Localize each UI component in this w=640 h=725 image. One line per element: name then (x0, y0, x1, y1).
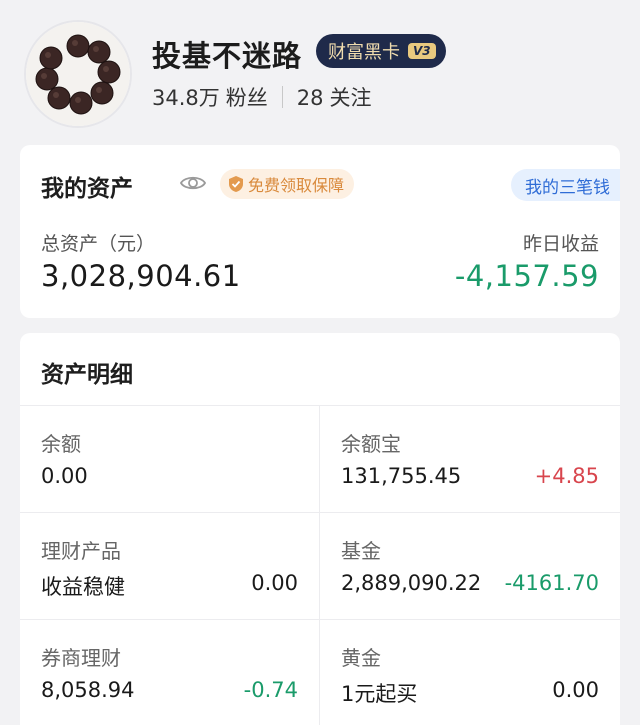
asset-item-amount: 收益稳健 (41, 575, 125, 599)
fans-label: 粉丝 (225, 86, 268, 110)
total-assets-label: 总资产（元） (41, 233, 156, 255)
asset-item-funds[interactable]: 基金 2,889,090.22 -4161.70 (320, 513, 620, 620)
asset-item-name: 基金 (341, 539, 381, 563)
eye-icon[interactable] (180, 173, 206, 193)
asset-detail-card: 资产明细 余额 0.00 余额宝 131,755.45 +4.85 理财产品 收… (20, 333, 620, 725)
asset-item-name: 余额宝 (341, 432, 401, 456)
vip-level: V3 (408, 43, 436, 59)
asset-item-earnings: 0.00 (251, 571, 298, 595)
asset-item-yuebao[interactable]: 余额宝 131,755.45 +4.85 (320, 406, 620, 513)
stats-divider (281, 86, 283, 108)
free-protection-label: 免费领取保障 (248, 176, 345, 195)
asset-item-broker-wealth[interactable]: 券商理财 8,058.94 -0.74 (20, 620, 320, 725)
asset-detail-title: 资产明细 (41, 362, 133, 388)
profile-header: 投基不迷路 财富黑卡 V3 34.8万 粉丝 28 关注 (0, 0, 640, 140)
asset-item-earnings: 0.00 (552, 678, 599, 702)
follow-stat[interactable]: 28 关注 (297, 82, 372, 112)
profile-stats: 34.8万 粉丝 28 关注 (152, 82, 372, 112)
shield-check-icon (229, 176, 243, 192)
my-assets-title: 我的资产 (41, 176, 133, 202)
asset-item-amount: 8,058.94 (41, 678, 135, 702)
asset-item-wealth-products[interactable]: 理财产品 收益稳健 0.00 (20, 513, 320, 620)
total-assets-value: 3,028,904.61 (41, 259, 241, 293)
follow-count: 28 (296, 86, 324, 110)
follow-label: 关注 (329, 86, 372, 110)
avatar[interactable] (26, 22, 130, 126)
three-money-button[interactable]: 我的三笔钱 (511, 169, 620, 201)
asset-item-name: 黄金 (341, 646, 381, 670)
asset-item-amount: 131,755.45 (341, 464, 462, 488)
asset-item-balance[interactable]: 余额 0.00 (20, 406, 320, 513)
fans-stat[interactable]: 34.8万 粉丝 (152, 82, 268, 112)
asset-item-name: 理财产品 (41, 539, 121, 563)
asset-item-earnings: -0.74 (243, 678, 298, 702)
asset-item-earnings: +4.85 (534, 464, 599, 488)
asset-item-name: 券商理财 (41, 646, 121, 670)
vip-badge[interactable]: 财富黑卡 V3 (316, 34, 446, 68)
asset-item-amount: 1元起买 (341, 682, 418, 706)
asset-detail-grid: 余额 0.00 余额宝 131,755.45 +4.85 理财产品 收益稳健 0… (20, 405, 620, 725)
user-name: 投基不迷路 (152, 39, 303, 73)
yesterday-earnings-label: 昨日收益 (522, 233, 599, 255)
asset-item-amount: 2,889,090.22 (341, 571, 482, 595)
asset-item-amount: 0.00 (41, 464, 88, 488)
fans-count: 34.8万 (152, 86, 220, 110)
three-money-label: 我的三笔钱 (525, 177, 610, 198)
bead-bracelet-avatar (26, 22, 130, 126)
asset-item-name: 余额 (41, 432, 81, 456)
my-assets-card: 我的资产 免费领取保障 我的三笔钱 总资产（元） 3,028,904.61 昨日… (20, 145, 620, 318)
vip-badge-label: 财富黑卡 (328, 42, 400, 63)
yesterday-earnings-value: -4,157.59 (454, 259, 599, 293)
asset-item-earnings: -4161.70 (504, 571, 599, 595)
free-protection-button[interactable]: 免费领取保障 (220, 169, 355, 199)
asset-item-gold[interactable]: 黄金 1元起买 0.00 (320, 620, 620, 725)
